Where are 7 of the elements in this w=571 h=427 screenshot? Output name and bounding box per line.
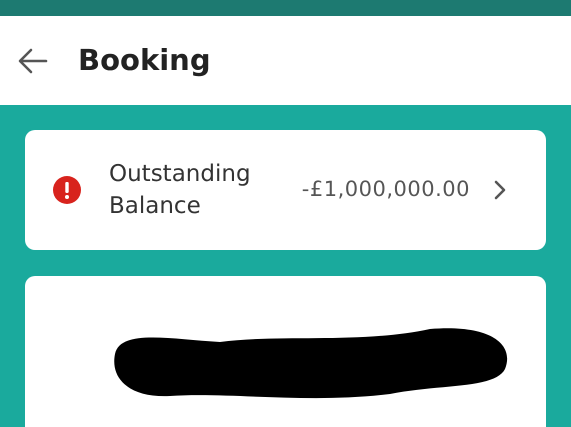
- balance-card[interactable]: Outstanding Balance -£1,000,000.00: [25, 130, 546, 250]
- back-icon[interactable]: [18, 48, 48, 74]
- page-title: Booking: [78, 42, 211, 79]
- balance-label: Outstanding Balance: [109, 160, 252, 221]
- balance-amount: -£1,000,000.00: [302, 176, 470, 204]
- chevron-right-icon: [494, 180, 506, 200]
- error-icon: [53, 176, 81, 204]
